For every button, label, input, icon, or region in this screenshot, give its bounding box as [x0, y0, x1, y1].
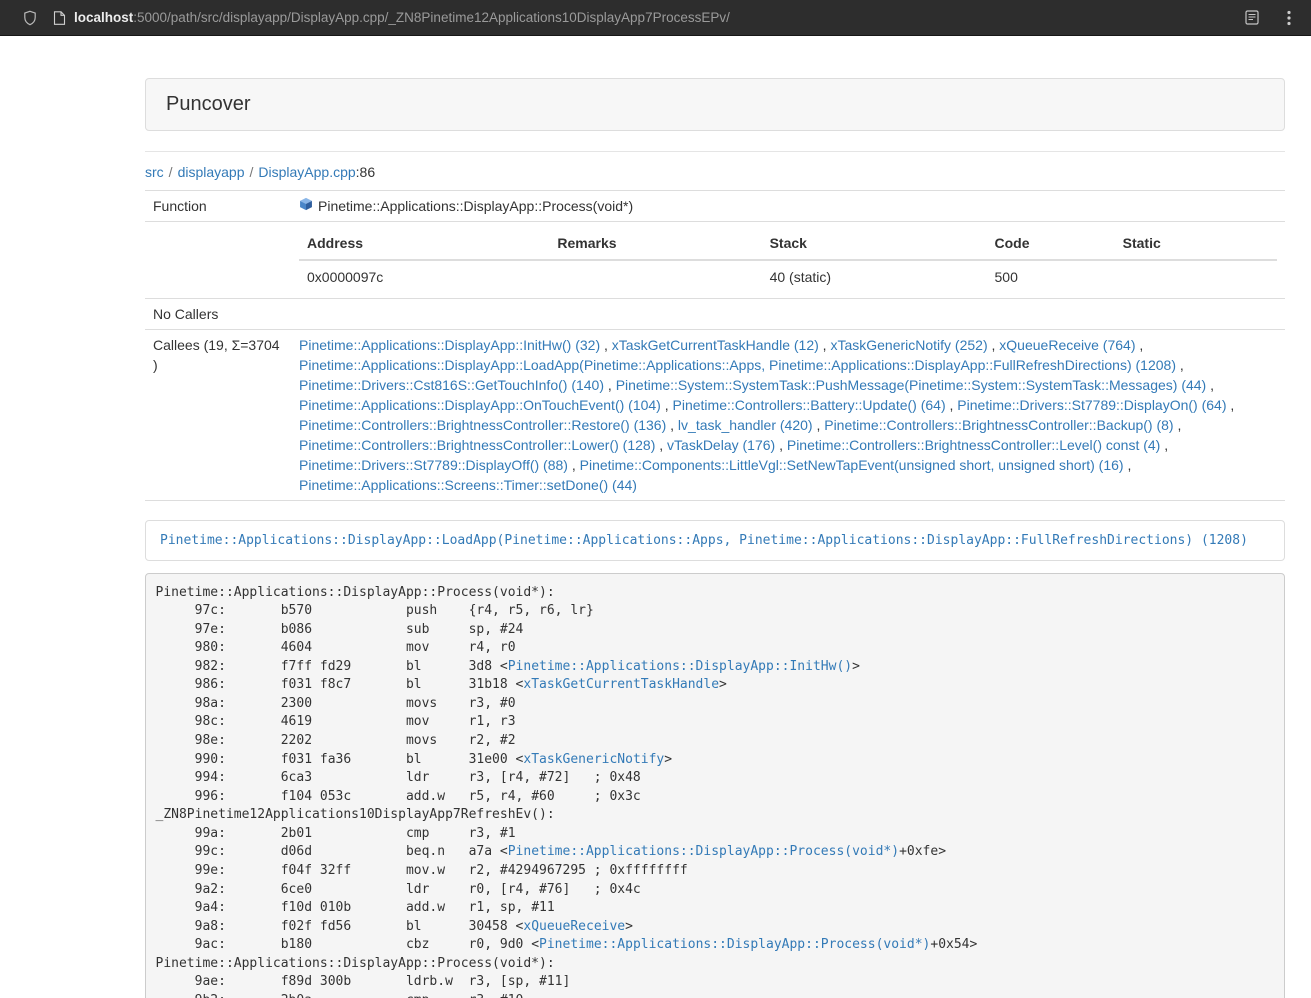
callee-link[interactable]: Pinetime::Applications::DisplayApp::Init… [299, 337, 600, 353]
no-callers-row: No Callers [145, 299, 1285, 330]
callee-link[interactable]: Pinetime::Applications::DisplayApp::Load… [299, 357, 1176, 373]
function-name: Pinetime::Applications::DisplayApp::Proc… [318, 196, 633, 216]
col-header-address: Address [299, 227, 549, 260]
callee-link[interactable]: lv_task_handler (420) [678, 417, 813, 433]
col-header-remarks: Remarks [549, 227, 761, 260]
callee-link[interactable]: Pinetime::Controllers::BrightnessControl… [787, 437, 1160, 453]
disassembly-pre: Pinetime::Applications::DisplayApp::Proc… [145, 573, 1285, 998]
callee-link[interactable]: xTaskGenericNotify (252) [830, 337, 987, 353]
callee-link[interactable]: Pinetime::System::SystemTask::PushMessag… [616, 377, 1207, 393]
col-header-stack: Stack [762, 227, 987, 260]
metrics-row: Address Remarks Stack Code Static 0x0000… [145, 222, 1285, 299]
callee-link[interactable]: Pinetime::Drivers::Cst816S::GetTouchInfo… [299, 377, 604, 393]
browser-toolbar: localhost:5000/path/src/displayapp/Displ… [0, 0, 1311, 36]
disassembly-symbol-link[interactable]: Pinetime::Applications::DisplayApp::Init… [508, 659, 852, 674]
metrics-table: Address Remarks Stack Code Static 0x0000… [299, 227, 1277, 293]
reader-mode-icon[interactable] [1245, 10, 1259, 25]
page-title: Puncover [166, 93, 251, 115]
col-header-code: Code [987, 227, 1115, 260]
highlight-panel: Pinetime::Applications::DisplayApp::Load… [145, 520, 1285, 561]
function-label: Function [145, 191, 291, 222]
callee-link[interactable]: Pinetime::Applications::DisplayApp::OnTo… [299, 397, 661, 413]
callees-label: Callees (19, Σ=3704 ) [145, 330, 291, 501]
callee-link[interactable]: Pinetime::Controllers::Battery::Update()… [673, 397, 946, 413]
header-divider [145, 151, 1285, 152]
main-content: Puncover src/displayapp/DisplayApp.cpp:8… [145, 36, 1285, 998]
callee-link[interactable]: Pinetime::Controllers::BrightnessControl… [824, 417, 1173, 433]
breadcrumb: src/displayapp/DisplayApp.cpp:86 [145, 162, 1285, 182]
function-info-table: Function Pinetime::Applications::Display… [145, 190, 1285, 501]
breadcrumb-src-link[interactable]: src [145, 164, 164, 180]
code-size-value: 500 [987, 260, 1115, 293]
vertical-dots-menu-icon[interactable] [1281, 10, 1297, 26]
disassembly-symbol-link[interactable]: xQueueReceive [523, 919, 625, 934]
app-title-panel: Puncover [145, 78, 1285, 131]
callees-list: Pinetime::Applications::DisplayApp::Init… [291, 330, 1285, 501]
callee-link[interactable]: Pinetime::Drivers::St7789::DisplayOff() … [299, 457, 568, 473]
callee-link[interactable]: xTaskGetCurrentTaskHandle (12) [612, 337, 819, 353]
metrics-data-row: 0x0000097c 40 (static) 500 [299, 260, 1277, 293]
no-callers-label: No Callers [145, 299, 291, 330]
breadcrumb-displayapp-link[interactable]: displayapp [178, 164, 245, 180]
remarks-value [549, 260, 761, 293]
url-path: :5000/path/src/displayapp/DisplayApp.cpp… [133, 10, 730, 25]
function-symbol-icon [299, 196, 313, 216]
url-host: localhost [74, 10, 133, 25]
disassembly-symbol-link[interactable]: Pinetime::Applications::DisplayApp::Proc… [508, 844, 899, 859]
breadcrumb-separator: / [169, 164, 173, 180]
callee-link[interactable]: Pinetime::Controllers::BrightnessControl… [299, 437, 655, 453]
callee-link[interactable]: xQueueReceive (764) [999, 337, 1135, 353]
breadcrumb-file-link[interactable]: DisplayApp.cpp [258, 164, 355, 180]
security-shield-icon[interactable] [22, 10, 38, 26]
breadcrumb-line-number: :86 [356, 164, 375, 180]
callee-link[interactable]: Pinetime::Drivers::St7789::DisplayOn() (… [957, 397, 1226, 413]
disassembly-symbol-link[interactable]: xTaskGetCurrentTaskHandle [523, 677, 719, 692]
metrics-header-row: Address Remarks Stack Code Static [299, 227, 1277, 260]
callee-link[interactable]: Pinetime::Components::LittleVgl::SetNewT… [580, 457, 1124, 473]
callees-row: Callees (19, Σ=3704 ) Pinetime::Applicat… [145, 330, 1285, 501]
static-value [1115, 260, 1277, 293]
page-icon [53, 11, 66, 25]
stack-value: 40 (static) [762, 260, 987, 293]
disassembly-symbol-link[interactable]: xTaskGenericNotify [523, 752, 664, 767]
url-bar[interactable]: localhost:5000/path/src/displayapp/Displ… [74, 10, 1245, 25]
callee-link[interactable]: vTaskDelay (176) [667, 437, 775, 453]
function-row: Function Pinetime::Applications::Display… [145, 191, 1285, 222]
breadcrumb-separator: / [250, 164, 254, 180]
disassembly-symbol-link[interactable]: Pinetime::Applications::DisplayApp::Proc… [539, 937, 930, 952]
highlight-symbol-link[interactable]: Pinetime::Applications::DisplayApp::Load… [160, 533, 1248, 548]
address-value: 0x0000097c [299, 260, 549, 293]
callee-link[interactable]: Pinetime::Controllers::BrightnessControl… [299, 417, 666, 433]
col-header-static: Static [1115, 227, 1277, 260]
callee-link[interactable]: Pinetime::Applications::Screens::Timer::… [299, 477, 637, 493]
